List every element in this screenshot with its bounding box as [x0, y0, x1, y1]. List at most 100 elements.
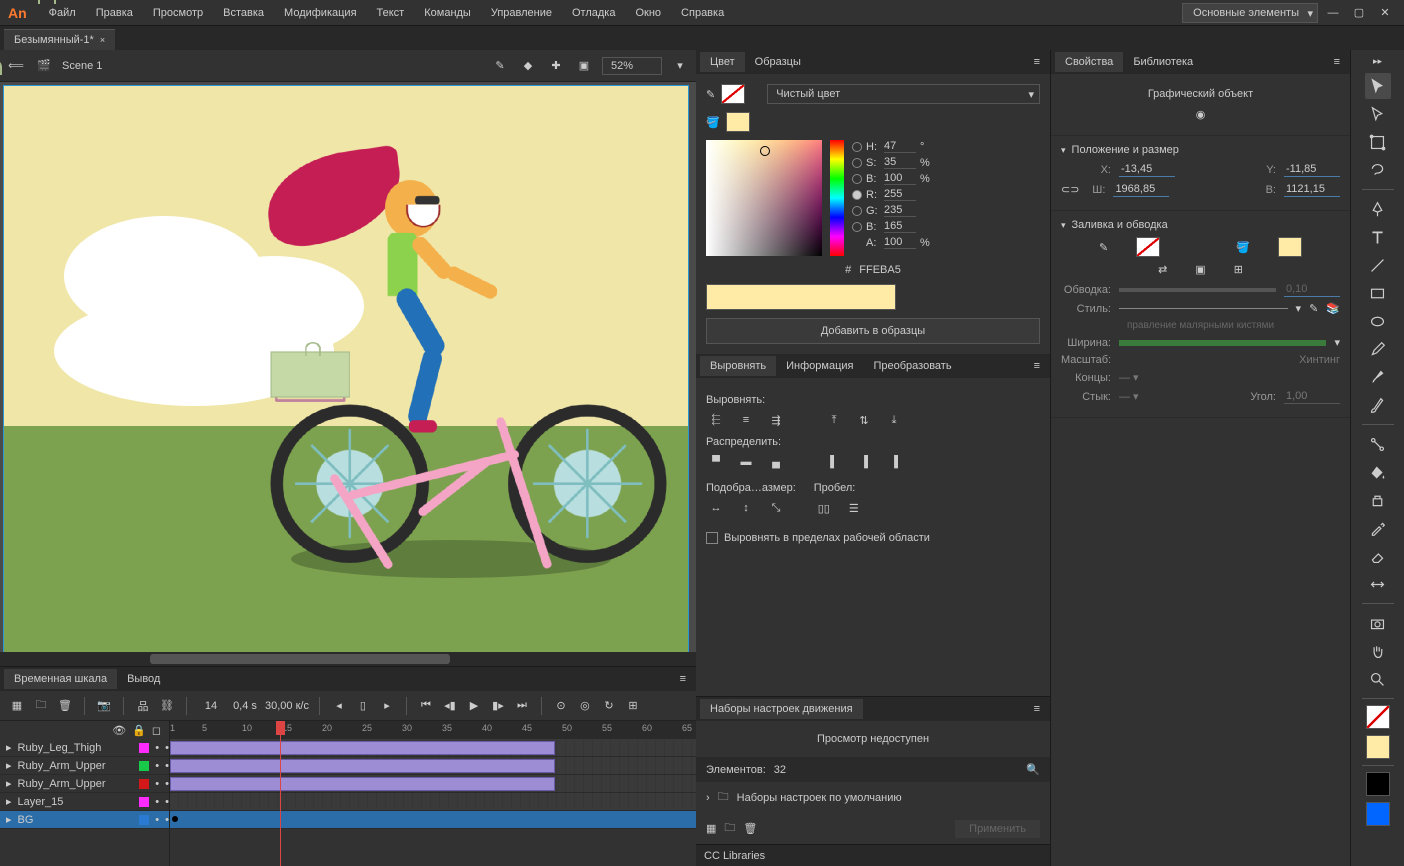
edit-scene-icon[interactable]: ✎	[490, 56, 510, 76]
new-layer-icon[interactable]: ▦	[8, 697, 26, 715]
paint-brush-tool-icon[interactable]	[1365, 392, 1391, 418]
panel-menu-icon[interactable]: ≡	[1028, 360, 1046, 372]
device-icon[interactable]: ▯	[354, 697, 372, 715]
step-back-icon[interactable]: ◂	[330, 697, 348, 715]
panel-menu-icon[interactable]: ≡	[1328, 56, 1346, 68]
align-bottom-icon[interactable]: ⤓	[884, 410, 904, 430]
onion-outline-icon[interactable]: ◎	[576, 697, 594, 715]
step-fwd-icon[interactable]: ▸	[378, 697, 396, 715]
radio-r[interactable]	[852, 190, 862, 200]
tools-black-swatch[interactable]	[1366, 772, 1390, 796]
caps-dropdown[interactable]: — ▾	[1119, 371, 1139, 384]
add-swatch-button[interactable]: Добавить в образцы	[706, 318, 1040, 344]
align-hcenter-icon[interactable]: ≡	[736, 410, 756, 430]
prop-x[interactable]: -13,45	[1119, 162, 1175, 177]
new-preset-icon[interactable]: ▦	[706, 822, 716, 835]
dist-hcenter-icon[interactable]: ▐	[854, 452, 874, 472]
bone-tool-icon[interactable]	[1365, 431, 1391, 457]
join-dropdown[interactable]: — ▾	[1119, 390, 1139, 403]
menu-view[interactable]: Просмотр	[143, 7, 213, 19]
menu-control[interactable]: Управление	[481, 7, 562, 19]
link-wh-icon[interactable]: ⊂⊃	[1061, 183, 1079, 196]
cc-libraries-tab[interactable]: CC Libraries	[704, 850, 765, 862]
paint-icon[interactable]: ◆	[518, 56, 538, 76]
menu-commands[interactable]: Команды	[414, 7, 481, 19]
val-b[interactable]: 100	[884, 172, 916, 185]
menu-window[interactable]: Окно	[625, 7, 671, 19]
stroke-swatch[interactable]	[721, 84, 745, 104]
link-icon[interactable]: ⛓	[158, 697, 176, 715]
menu-insert[interactable]: Вставка	[213, 7, 274, 19]
document-tab-close-icon[interactable]: ×	[100, 35, 105, 45]
layer-row[interactable]: ▸Ruby_Arm_Upper••	[0, 757, 169, 775]
tab-library[interactable]: Библиотека	[1123, 52, 1203, 72]
center-icon[interactable]: ✚	[546, 56, 566, 76]
new-preset-folder-icon[interactable]: 🗀	[724, 819, 735, 838]
zoom-chevron-icon[interactable]: ▾	[670, 56, 690, 76]
tab-color[interactable]: Цвет	[700, 52, 745, 72]
align-to-stage-checkbox[interactable]	[706, 532, 718, 544]
color-picker-field[interactable]	[706, 140, 822, 256]
prop-stroke-swatch[interactable]	[1136, 237, 1160, 257]
prop-y[interactable]: -11,85	[1284, 162, 1340, 177]
width-chevron-icon[interactable]: ▾	[1334, 336, 1340, 349]
oval-tool-icon[interactable]	[1365, 308, 1391, 334]
document-tab[interactable]: Безымянный-1* ×	[4, 29, 115, 50]
tab-align[interactable]: Выровнять	[700, 356, 776, 376]
line-tool-icon[interactable]	[1365, 252, 1391, 278]
window-minimize-icon[interactable]: —	[1322, 4, 1344, 22]
outline-col-icon[interactable]: ◻	[152, 724, 161, 737]
dist-bottom-icon[interactable]: ▄	[766, 452, 786, 472]
panel-menu-icon[interactable]: ≡	[1028, 703, 1046, 715]
current-frame[interactable]: 14	[197, 700, 225, 712]
tools-collapse-icon[interactable]: ▸▸	[1373, 56, 1382, 67]
edit-style-icon[interactable]: ✎	[1309, 302, 1318, 315]
loop-icon[interactable]: ↻	[600, 697, 618, 715]
new-folder-icon[interactable]: 🗀	[32, 697, 50, 715]
free-transform-tool-icon[interactable]	[1365, 129, 1391, 155]
preset-folder-name[interactable]: Наборы настроек по умолчанию	[737, 792, 902, 804]
text-tool-icon[interactable]	[1365, 224, 1391, 250]
tab-swatches[interactable]: Образцы	[745, 52, 811, 72]
fps-value[interactable]: 30,00 к/с	[265, 700, 309, 712]
match-both-icon[interactable]: ⤡	[766, 498, 786, 518]
delete-layer-icon[interactable]: 🗑	[56, 697, 74, 715]
scene-name[interactable]: Scene 1	[62, 60, 102, 72]
layer-row[interactable]: ▸Ruby_Leg_Thigh••	[0, 739, 169, 757]
delete-preset-icon[interactable]: 🗑	[743, 822, 757, 835]
dist-left-icon[interactable]: ▌	[824, 452, 844, 472]
dist-vcenter-icon[interactable]: ▬	[736, 452, 756, 472]
prop-fill-swatch[interactable]	[1278, 237, 1302, 257]
tab-properties[interactable]: Свойства	[1055, 52, 1123, 72]
lock-col-icon[interactable]: 🔒	[132, 724, 146, 737]
prop-stroke-val[interactable]: 0,10	[1284, 282, 1340, 297]
scene-clapper-icon[interactable]: 🎬	[34, 56, 54, 76]
menu-text[interactable]: Текст	[367, 7, 415, 19]
eraser-tool-icon[interactable]	[1365, 543, 1391, 569]
bucket-icon[interactable]: 🪣	[706, 116, 720, 129]
tools-stroke-swatch[interactable]	[1366, 705, 1390, 729]
rectangle-tool-icon[interactable]	[1365, 280, 1391, 306]
goto-first-icon[interactable]: ⏮	[417, 697, 435, 715]
pencil-icon[interactable]: ✎	[706, 88, 715, 101]
canvas-hscroll[interactable]	[0, 652, 696, 666]
menu-edit[interactable]: Правка	[86, 7, 143, 19]
style-chevron-icon[interactable]: ▾	[1296, 302, 1302, 315]
canvas-area[interactable]	[0, 82, 696, 652]
section-position[interactable]: Положение и размер	[1061, 144, 1340, 156]
zoom-dropdown[interactable]: 52%	[602, 57, 662, 75]
onion-icon[interactable]: ⊙	[552, 697, 570, 715]
color-type-dropdown[interactable]: Чистый цвет	[767, 84, 1040, 104]
prev-frame-icon[interactable]: ◂▮	[441, 697, 459, 715]
swap-icon[interactable]: ⇄	[1158, 263, 1167, 276]
radio-b[interactable]	[852, 174, 862, 184]
clip-icon[interactable]: ▣	[574, 56, 594, 76]
fill-bucket-icon[interactable]: 🪣	[1236, 241, 1250, 254]
val-r[interactable]: 255	[884, 188, 916, 201]
stage[interactable]	[3, 85, 689, 652]
tools-fill-swatch[interactable]	[1366, 735, 1390, 759]
menu-debug[interactable]: Отладка	[562, 7, 625, 19]
radio-b2[interactable]	[852, 222, 862, 232]
hex-value[interactable]: FFEBA5	[859, 264, 901, 276]
val-b2[interactable]: 165	[884, 220, 916, 233]
